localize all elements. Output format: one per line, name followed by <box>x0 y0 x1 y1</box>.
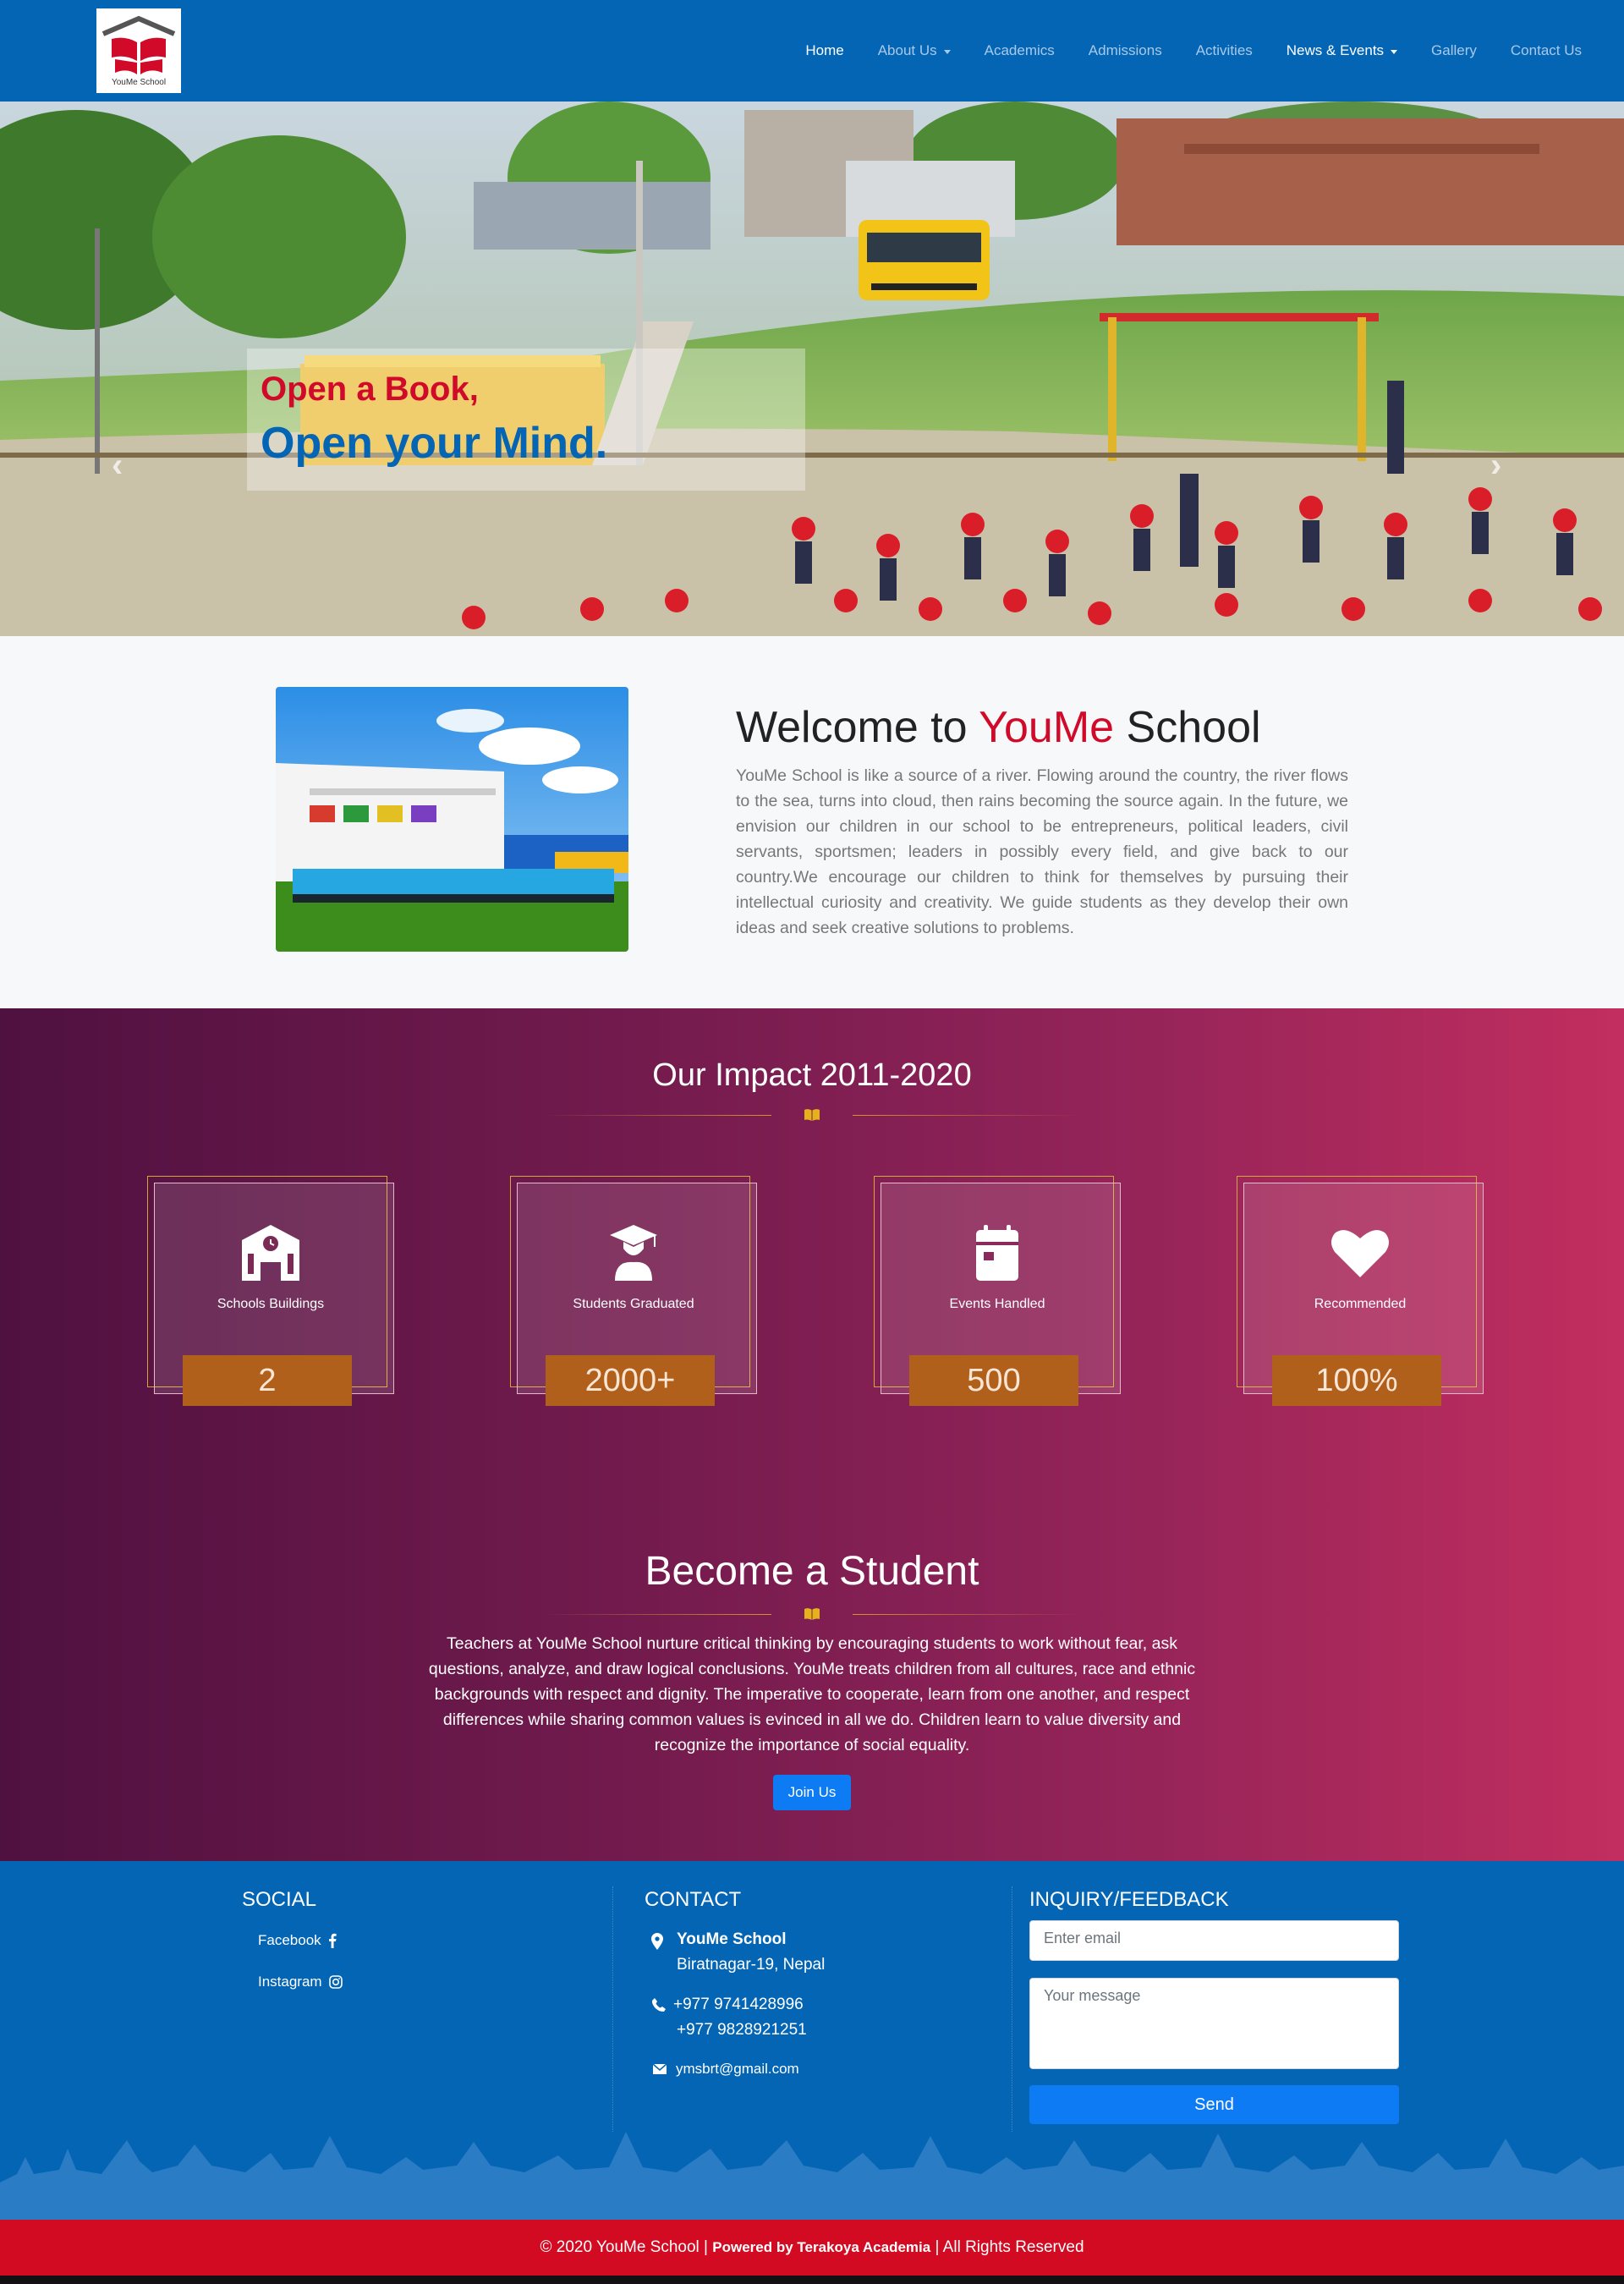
powered-by-link[interactable]: Powered by Terakoya Academia <box>712 2239 930 2255</box>
copyright-bar: © 2020 YouMe School | Powered by Terakoy… <box>0 2220 1624 2276</box>
welcome-title-pre: Welcome to <box>736 703 979 752</box>
main-nav: Home About Us Academics Admissions Activ… <box>771 0 1582 102</box>
impact-label: Schools Buildings <box>217 1297 325 1311</box>
join-us-button[interactable]: Join Us <box>773 1775 851 1810</box>
caret-down-icon <box>1391 49 1398 54</box>
impact-title: Our Impact 2011-2020 <box>652 1057 972 1093</box>
nav-label: Activities <box>1195 42 1253 58</box>
impact-label: Events Handled <box>949 1297 1045 1311</box>
instagram-icon <box>328 1975 343 1989</box>
social-heading: SOCIAL <box>242 1888 317 1911</box>
nav-home[interactable]: Home <box>805 42 843 59</box>
chevron-left-icon: ‹ <box>112 447 123 484</box>
nav-activities[interactable]: Activities <box>1196 42 1253 59</box>
calendar-icon <box>976 1225 1018 1281</box>
school-logo[interactable]: YouMe School <box>96 8 181 93</box>
contact-address: YouMe School Biratnagar-19, Nepal <box>650 1927 825 1978</box>
hero-photo <box>0 102 1624 636</box>
facebook-link[interactable]: Facebook <box>258 1932 337 1949</box>
nav-academics[interactable]: Academics <box>985 42 1055 59</box>
contact-phone-2[interactable]: +977 9828921251 <box>677 2018 807 2043</box>
impact-card-events: Events Handled 500 <box>874 1176 1121 1414</box>
phone-icon <box>651 1998 666 2012</box>
hero-heading-1: Open a Book, <box>261 371 479 408</box>
become-title: Become a Student <box>645 1549 979 1594</box>
welcome-title-post: School <box>1114 703 1261 752</box>
welcome-paragraph: YouMe School is like a source of a river… <box>736 766 1348 937</box>
facebook-icon <box>328 1933 337 1948</box>
school-photo-image <box>276 687 628 952</box>
welcome-title-brand: YouMe <box>979 703 1115 752</box>
nav-about-us[interactable]: About Us <box>878 42 951 59</box>
impact-card-buildings: Schools Buildings 2 <box>147 1176 394 1414</box>
contact-address-line: Biratnagar-19, Nepal <box>677 1956 826 1974</box>
caret-down-icon <box>943 49 951 54</box>
book-icon <box>804 1109 820 1121</box>
contact-phones: +977 9741428996 +977 9828921251 <box>651 1992 807 2043</box>
book-icon <box>804 1608 820 1620</box>
impact-card-graduates: Students Graduated 2000+ <box>510 1176 757 1414</box>
envelope-icon <box>652 2063 667 2074</box>
nav-news-events[interactable]: News & Events <box>1286 42 1398 59</box>
impact-label: Recommended <box>1314 1297 1407 1311</box>
contact-email: ymsbrt@gmail.com <box>652 2056 799 2082</box>
footer-divider <box>612 1886 613 2132</box>
nav-label: About Us <box>877 42 937 58</box>
instagram-label: Instagram <box>258 1974 322 1990</box>
impact-value: 500 <box>909 1355 1078 1406</box>
logo-text: YouMe School <box>111 78 167 87</box>
become-divider <box>541 1606 1083 1622</box>
contact-email-text[interactable]: ymsbrt@gmail.com <box>676 2061 799 2077</box>
contact-phone-1[interactable]: +977 9741428996 <box>673 1992 807 2018</box>
welcome-title: Welcome to YouMe School <box>736 702 1261 753</box>
copyright-rights: | All Rights Reserved <box>930 2238 1084 2256</box>
nav-label: Admissions <box>1088 42 1162 58</box>
nav-admissions[interactable]: Admissions <box>1089 42 1162 59</box>
become-paragraph: Teachers at YouMe School nurture critica… <box>428 1634 1196 1754</box>
carousel-prev[interactable]: ‹ <box>112 447 123 485</box>
nav-label: Academics <box>984 42 1055 58</box>
carousel-next[interactable]: › <box>1490 447 1501 485</box>
impact-value: 2 <box>183 1355 352 1406</box>
hero-heading-2: Open your Mind. <box>261 419 608 468</box>
graduate-icon <box>610 1225 657 1281</box>
nav-label: Home <box>805 42 844 58</box>
hero-carousel: ‹ › <box>0 102 1624 636</box>
chevron-right-icon: › <box>1490 447 1502 484</box>
impact-value: 2000+ <box>546 1355 715 1406</box>
heart-icon <box>1331 1230 1389 1277</box>
nav-label: Gallery <box>1431 42 1477 58</box>
navbar: YouMe School Home About Us Academics Adm… <box>0 0 1624 102</box>
impact-label: Students Graduated <box>573 1297 694 1311</box>
nav-label: Contact Us <box>1510 42 1582 58</box>
city-skyline <box>0 2132 1624 2220</box>
nav-label: News & Events <box>1286 42 1385 58</box>
bottom-edge <box>0 2276 1624 2284</box>
contact-name: YouMe School <box>677 1930 787 1948</box>
facebook-label: Facebook <box>258 1932 321 1948</box>
contact-heading: CONTACT <box>645 1888 742 1911</box>
impact-value: 100% <box>1272 1355 1441 1406</box>
school-building-photo <box>276 687 628 952</box>
copyright-text: © 2020 YouMe School | <box>540 2238 713 2256</box>
nav-gallery[interactable]: Gallery <box>1431 42 1477 59</box>
school-building-icon <box>242 1225 299 1281</box>
send-button[interactable]: Send <box>1029 2085 1399 2124</box>
map-pin-icon <box>651 1933 663 1950</box>
impact-card-recommended: Recommended 100% <box>1237 1176 1484 1414</box>
inquiry-heading: INQUIRY/FEEDBACK <box>1029 1888 1229 1911</box>
email-field[interactable]: Enter email <box>1029 1920 1399 1961</box>
instagram-link[interactable]: Instagram <box>258 1974 343 1990</box>
nav-contact-us[interactable]: Contact Us <box>1511 42 1582 59</box>
message-field[interactable]: Your message <box>1029 1978 1399 2069</box>
impact-divider <box>541 1106 1083 1123</box>
